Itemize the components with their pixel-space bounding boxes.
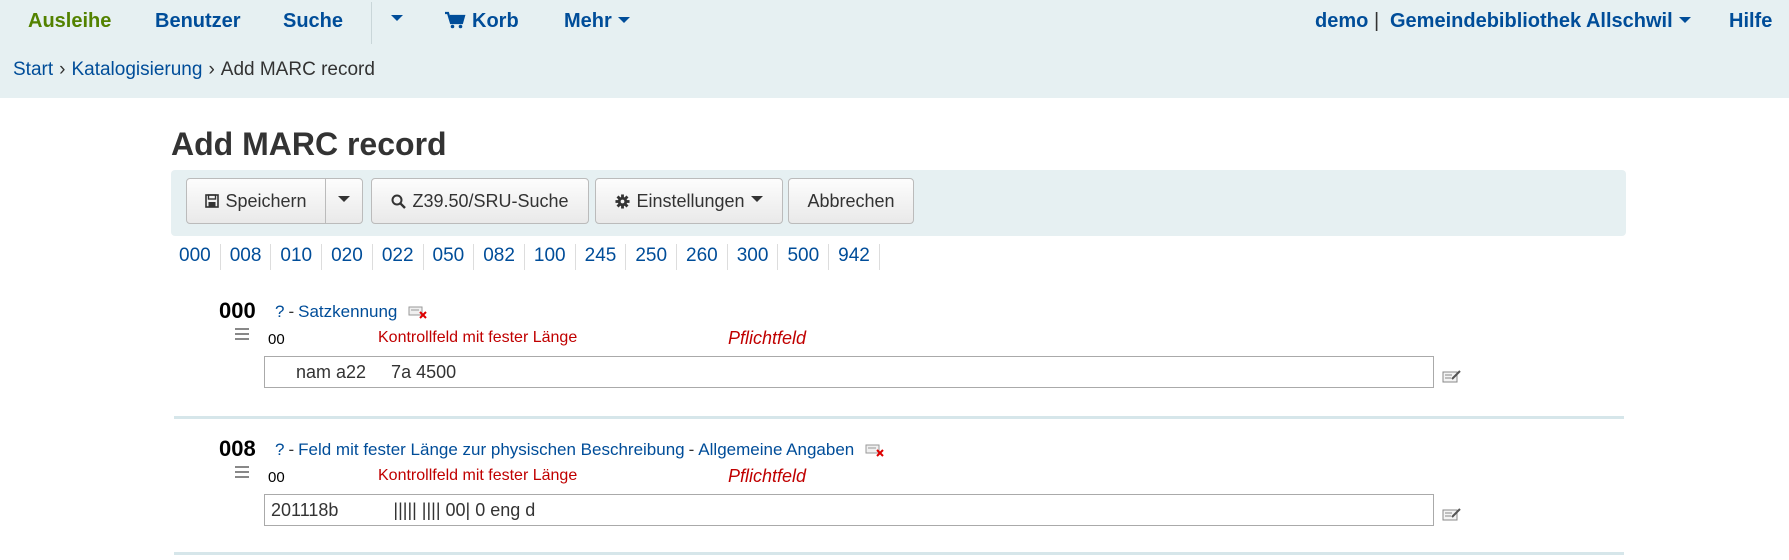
save-button[interactable]: Speichern <box>186 178 326 224</box>
subfield-code: 00 <box>268 331 285 348</box>
breadcrumb-separator: › <box>59 59 66 80</box>
tag-link-008[interactable]: 008 <box>221 244 272 270</box>
save-options-dropdown[interactable] <box>325 178 363 224</box>
tag-link-000[interactable]: 000 <box>171 244 221 270</box>
nav-cart[interactable]: Korb <box>444 10 519 33</box>
delete-field-icon[interactable] <box>865 443 885 457</box>
subfield-description: Kontrollfeld mit fester Länge <box>378 467 578 484</box>
field-dash: - <box>288 440 295 459</box>
field-separator <box>174 552 1624 555</box>
tag-link-300[interactable]: 300 <box>728 244 779 270</box>
nav-more-label: Mehr <box>564 10 612 32</box>
field-value-input[interactable] <box>264 494 1434 526</box>
chevron-down-icon <box>391 14 403 21</box>
page-title: Add MARC record <box>171 126 447 162</box>
field-name-link[interactable]: Feld mit fester Länge zur physischen Bes… <box>298 440 684 459</box>
cancel-button[interactable]: Abbrechen <box>788 178 914 224</box>
breadcrumb-separator: › <box>208 59 215 80</box>
nav-divider <box>371 2 372 44</box>
field-description: ? - Feld mit fester Länge zur physischen B… <box>275 440 885 460</box>
tag-link-100[interactable]: 100 <box>525 244 576 270</box>
tag-link-245[interactable]: 245 <box>576 244 627 270</box>
chevron-down-icon <box>750 196 763 202</box>
settings-button-label: Einstellungen <box>636 190 745 211</box>
tag-navigation: 000 008 010 020 022 050 082 100 245 250 260 300 500 9… <box>171 244 880 270</box>
tag-link-250[interactable]: 250 <box>626 244 678 270</box>
field-name-extra-link[interactable]: Allgemeine Angaben <box>698 440 854 459</box>
settings-button[interactable]: Einstellungen <box>595 178 783 224</box>
nav-library[interactable]: Gemeindebibliothek Allschwil <box>1390 10 1691 33</box>
delete-field-icon[interactable] <box>408 305 428 319</box>
tag-link-010[interactable]: 010 <box>271 244 323 270</box>
subfield-description: Kontrollfeld mit fester Länge <box>378 329 578 346</box>
mandatory-label: Pflichtfeld <box>728 466 807 486</box>
edit-plugin-icon[interactable] <box>1442 368 1462 384</box>
breadcrumb-current: Add MARC record <box>220 59 375 80</box>
chevron-down-icon <box>338 196 350 202</box>
edit-plugin-icon[interactable] <box>1442 506 1462 522</box>
field-dash: - <box>288 302 295 321</box>
drag-handle-icon[interactable] <box>235 328 249 340</box>
top-header: Ausleihe Benutzer Suche Korb Mehr demo |… <box>0 0 1789 98</box>
field-help-link[interactable]: ? <box>275 302 284 321</box>
nav-cart-label: Korb <box>472 10 519 32</box>
search-options-dropdown[interactable] <box>385 8 403 31</box>
nav-more[interactable]: Mehr <box>564 10 630 33</box>
search-icon <box>391 194 407 209</box>
z3950-search-label: Z39.50/SRU-Suche <box>412 190 569 211</box>
nav-user[interactable]: demo <box>1315 10 1368 33</box>
tag-link-050[interactable]: 050 <box>424 244 475 270</box>
chevron-down-icon <box>617 16 630 23</box>
tag-link-942[interactable]: 942 <box>829 244 880 270</box>
mandatory-label: Pflichtfeld <box>728 328 807 348</box>
nav-help[interactable]: Hilfe <box>1729 10 1772 33</box>
breadcrumb: Start › Katalogisierung › Add MARC record <box>13 59 375 81</box>
field-description: ? - Satzkennung <box>275 302 428 322</box>
tag-link-020[interactable]: 020 <box>322 244 373 270</box>
z3950-search-button[interactable]: Z39.50/SRU-Suche <box>371 178 589 224</box>
nav-patrons[interactable]: Benutzer <box>155 10 241 33</box>
breadcrumb-home[interactable]: Start <box>13 59 53 80</box>
tag-link-082[interactable]: 082 <box>474 244 525 270</box>
chevron-down-icon <box>1678 16 1691 23</box>
toolbar: Speichern Z39.50/SRU-Suche Einstellungen… <box>171 170 1626 236</box>
gear-icon <box>615 193 630 209</box>
save-icon <box>205 194 220 208</box>
tag-link-500[interactable]: 500 <box>778 244 830 270</box>
tag-link-260[interactable]: 260 <box>677 244 728 270</box>
field-value-input[interactable] <box>264 356 1434 388</box>
field-tag: 000 <box>219 298 256 323</box>
subfield-code: 00 <box>268 469 285 486</box>
field-name-link[interactable]: Satzkennung <box>298 302 397 321</box>
field-dash: - <box>688 440 695 459</box>
nav-circulation[interactable]: Ausleihe <box>28 10 111 33</box>
nav-user-divider: | <box>1374 10 1380 32</box>
nav-search[interactable]: Suche <box>283 10 343 33</box>
field-separator <box>174 416 1624 419</box>
save-button-label: Speichern <box>225 190 307 211</box>
cart-icon <box>445 11 466 29</box>
field-help-link[interactable]: ? <box>275 440 284 459</box>
breadcrumb-cataloging[interactable]: Katalogisierung <box>71 59 202 80</box>
nav-library-label: Gemeindebibliothek Allschwil <box>1390 10 1673 32</box>
drag-handle-icon[interactable] <box>235 466 249 478</box>
field-tag: 008 <box>219 436 256 461</box>
tag-link-022[interactable]: 022 <box>373 244 424 270</box>
